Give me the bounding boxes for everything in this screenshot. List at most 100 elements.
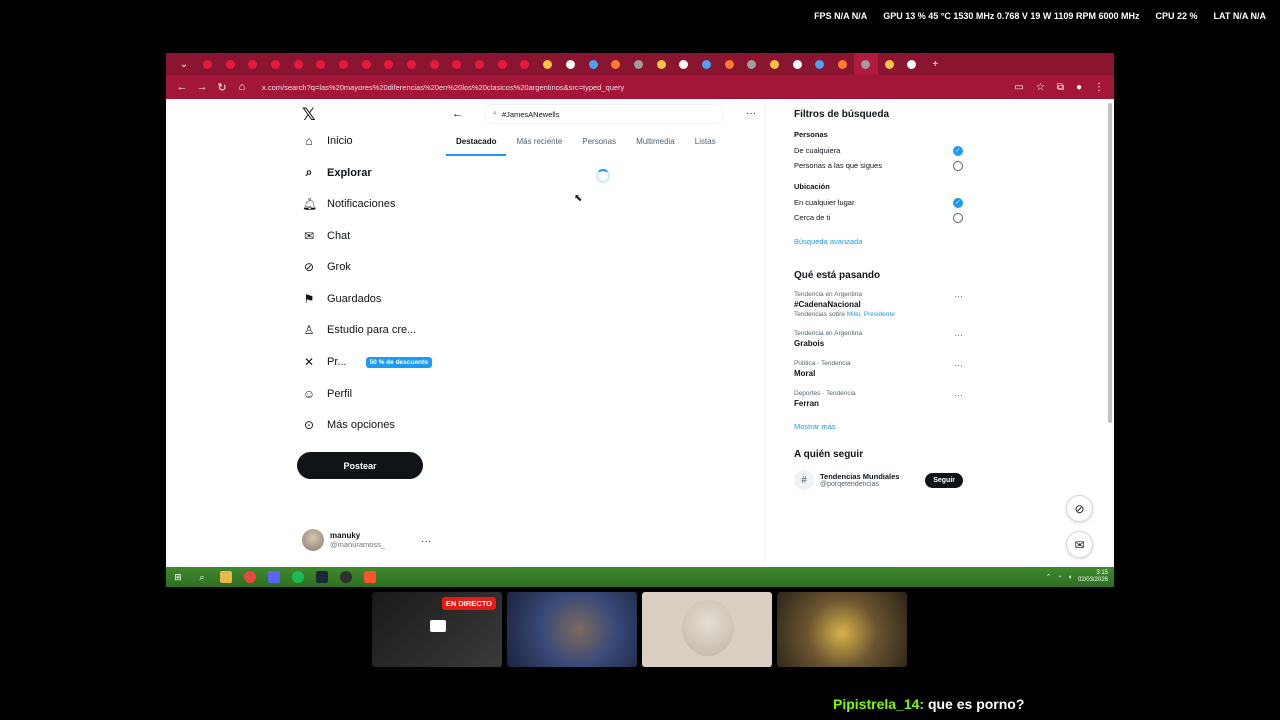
nav-item-chat[interactable]: ✉ Chat xyxy=(302,229,350,243)
post-button[interactable]: Postear xyxy=(297,452,423,479)
back-arrow-icon[interactable]: ← xyxy=(172,81,192,93)
network-icon[interactable]: ◔ xyxy=(1058,574,1062,581)
browser-tab[interactable] xyxy=(423,53,446,75)
browser-tab[interactable] xyxy=(196,53,219,75)
steam-icon[interactable] xyxy=(316,571,328,583)
trend-item[interactable]: Política · Tendencia Moral ··· xyxy=(794,360,963,378)
grok-float-icon[interactable]: ⊘ xyxy=(1066,495,1093,522)
tab-personas[interactable]: Personas xyxy=(572,133,626,156)
browser-tab[interactable] xyxy=(901,53,924,75)
tray-chevron-icon[interactable]: ⌃ xyxy=(1046,573,1052,581)
chrome-icon[interactable] xyxy=(244,571,256,583)
advanced-search-link[interactable]: Búsqueda avanzada xyxy=(794,237,963,246)
scrollbar[interactable] xyxy=(1108,103,1112,423)
windows-start-icon[interactable]: ⊞ xyxy=(172,571,184,583)
browser-tab[interactable] xyxy=(287,53,310,75)
messages-float-icon[interactable]: ✉ xyxy=(1066,531,1093,558)
tab-mas-reciente[interactable]: Más reciente xyxy=(506,133,572,156)
menu-icon[interactable]: ⋮ xyxy=(1094,82,1104,93)
bookmark-star-icon[interactable]: ☆ xyxy=(1036,82,1045,93)
browser-tab[interactable] xyxy=(355,53,378,75)
filter-option[interactable]: De cualquiera ✓ xyxy=(794,143,963,158)
search-icon[interactable]: ⌕ xyxy=(196,571,208,583)
radio-unchecked-icon[interactable] xyxy=(953,160,963,171)
browser-tab[interactable] xyxy=(332,53,355,75)
spotify-icon[interactable] xyxy=(292,571,304,583)
new-tab-icon[interactable]: + xyxy=(923,59,947,70)
browser-tab[interactable] xyxy=(741,53,764,75)
browser-tab[interactable] xyxy=(468,53,491,75)
browser-tab[interactable] xyxy=(446,53,469,75)
search-input[interactable]: ⌕ #JamesANewells xyxy=(484,104,724,124)
filter-option[interactable]: En cualquier lugar ✓ xyxy=(794,195,963,210)
browser-tab[interactable] xyxy=(672,53,695,75)
follow-suggestion[interactable]: # Tendencias Mundiales @porqetendencias … xyxy=(794,470,963,490)
account-more-icon[interactable]: ··· xyxy=(421,536,431,547)
tab-multimedia[interactable]: Multimedia xyxy=(626,133,685,156)
install-icon[interactable]: ▭ xyxy=(1014,82,1023,93)
nav-item-inicio[interactable]: ⌂ Inicio xyxy=(302,134,352,148)
back-arrow-icon[interactable]: ← xyxy=(452,108,463,120)
url-field[interactable]: x.com/search?q=las%20mayores%20diferenci… xyxy=(262,83,1014,92)
browser-tab[interactable] xyxy=(559,53,582,75)
browser-tab[interactable] xyxy=(219,53,242,75)
browser-tab[interactable] xyxy=(878,53,901,75)
volume-icon[interactable]: ◖ xyxy=(1068,574,1072,581)
browser-tab[interactable] xyxy=(604,53,627,75)
more-icon[interactable]: ··· xyxy=(954,330,963,340)
radio-checked-icon[interactable]: ✓ xyxy=(953,197,963,208)
nav-item-perfil[interactable]: ☺ Perfil xyxy=(302,387,352,401)
discord-icon[interactable] xyxy=(268,571,280,583)
show-more-link[interactable]: Mostrar más xyxy=(794,422,963,431)
trend-item[interactable]: Tendencia en Argentina #CadenaNacional T… xyxy=(794,291,963,318)
premium-discount-badge[interactable]: 50 % de descuento xyxy=(365,356,433,368)
nav-item-estudio-para-cre[interactable]: ♙ Estudio para cre... xyxy=(302,323,417,337)
file-explorer-icon[interactable] xyxy=(220,571,232,583)
forward-arrow-icon[interactable]: → xyxy=(192,81,212,93)
browser-tab[interactable] xyxy=(627,53,650,75)
more-icon[interactable]: ··· xyxy=(954,360,963,370)
nav-item-grok[interactable]: ⊘ Grok xyxy=(302,260,351,274)
radio-unchecked-icon[interactable] xyxy=(953,212,963,223)
browser-tab[interactable] xyxy=(582,53,605,75)
browser-tab[interactable] xyxy=(241,53,264,75)
browser-tab[interactable] xyxy=(491,53,514,75)
browser-tab[interactable] xyxy=(536,53,559,75)
nav-item-m-s-opciones[interactable]: ⊙ Más opciones xyxy=(302,418,395,432)
reload-icon[interactable]: ↻ xyxy=(212,81,232,94)
browser-tab[interactable] xyxy=(650,53,673,75)
browser-tab[interactable] xyxy=(831,53,854,75)
browser-tab[interactable] xyxy=(786,53,809,75)
follow-button[interactable]: Seguir xyxy=(925,472,963,488)
clock[interactable]: 3:15 02/03/2026 xyxy=(1078,570,1108,584)
tab-destacado[interactable]: Destacado xyxy=(446,133,507,156)
account-switcher[interactable]: manuky @manuramoss_ xyxy=(302,529,385,551)
browser-tab[interactable] xyxy=(763,53,786,75)
tab-listas[interactable]: Listas xyxy=(685,133,726,156)
browser-tab[interactable] xyxy=(400,53,423,75)
x-logo-icon[interactable]: 𝕏 xyxy=(302,105,316,125)
trend-item[interactable]: Tendencia en Argentina Grabois ··· xyxy=(794,330,963,348)
browser-tab[interactable] xyxy=(378,53,401,75)
brave-icon[interactable] xyxy=(364,571,376,583)
nav-item-notificaciones[interactable]: 🔔︎ Notificaciones xyxy=(302,197,395,211)
search-more-icon[interactable]: ··· xyxy=(746,108,756,119)
nav-item-pr[interactable]: ✕ Pr... 50 % de descuento xyxy=(302,355,433,369)
browser-tab[interactable] xyxy=(309,53,332,75)
more-icon[interactable]: ··· xyxy=(954,291,963,301)
browser-tab[interactable] xyxy=(264,53,287,75)
nav-item-guardados[interactable]: ⚑ Guardados xyxy=(302,292,382,306)
trend-item[interactable]: Deportes · Tendencia Ferran ··· xyxy=(794,390,963,408)
radio-checked-icon[interactable]: ✓ xyxy=(953,145,963,156)
browser-tab[interactable] xyxy=(853,53,878,75)
browser-tab[interactable] xyxy=(718,53,741,75)
nav-item-explorar[interactable]: ⌕ Explorar xyxy=(302,165,372,180)
filter-option[interactable]: Personas a las que sigues xyxy=(794,158,963,173)
profile-icon[interactable]: ● xyxy=(1076,82,1082,93)
extensions-icon[interactable]: ⧉ xyxy=(1057,82,1064,93)
home-icon[interactable]: ⌂ xyxy=(232,81,252,93)
more-icon[interactable]: ··· xyxy=(954,390,963,400)
filter-option[interactable]: Cerca de ti xyxy=(794,210,963,225)
browser-tab[interactable] xyxy=(695,53,718,75)
browser-tab[interactable] xyxy=(514,53,537,75)
